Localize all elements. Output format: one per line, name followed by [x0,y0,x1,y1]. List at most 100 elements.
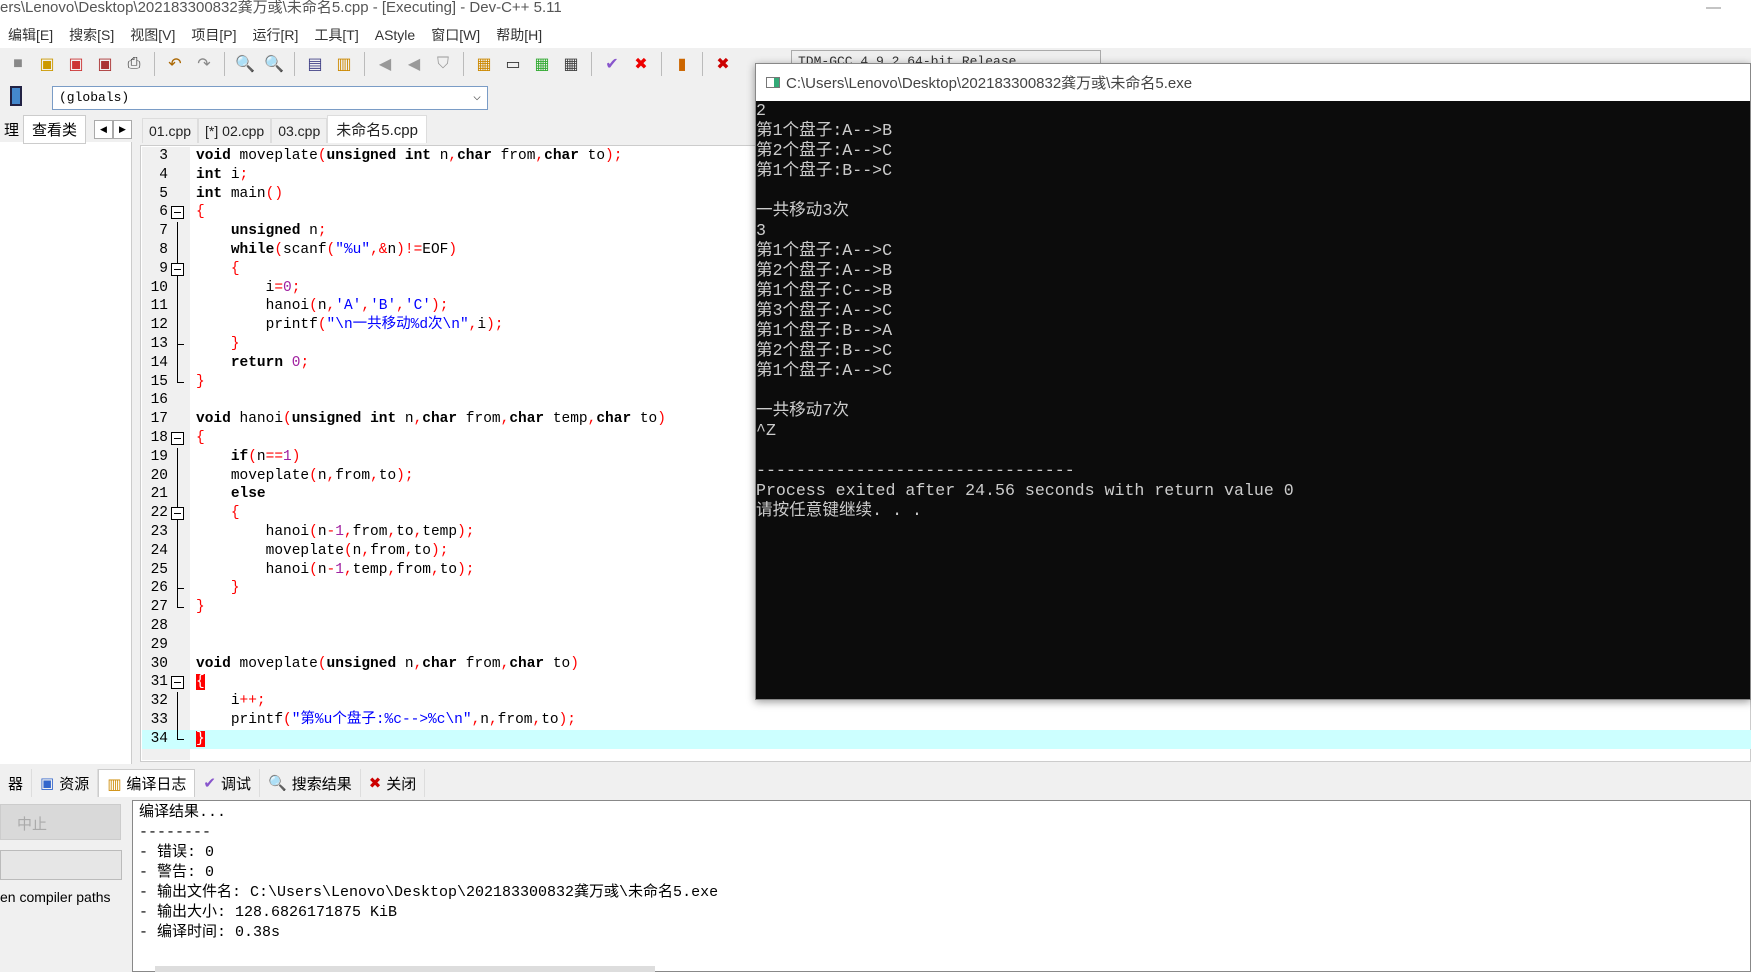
line-number: 6 [159,204,168,221]
bookmark-next-icon[interactable]: ◀ [402,52,426,76]
code-text: int i; [196,166,248,185]
code-token: , [413,524,423,540]
replace-icon[interactable]: 🔍 [262,52,286,76]
bottom-tab[interactable]: ✖ 关闭 [361,769,426,797]
line-number: 16 [150,392,168,409]
log-horizontal-scrollbar[interactable] [155,966,655,972]
code-line[interactable]: 33 printf("第%u个盘子:%c-->%c\n",n,from,to); [142,711,1751,730]
code-token: 'B' [370,298,397,315]
code-token: ( [309,298,318,315]
console-line: -------------------------------- [756,461,1075,480]
unindent-icon[interactable]: ▥ [332,52,356,76]
file-tab[interactable]: 01.cpp [142,118,199,143]
code-token: hanoi [265,298,310,315]
fold-toggle-icon[interactable] [171,676,184,690]
compile-run-icon[interactable]: ▦ [530,52,554,76]
menu-item[interactable]: 项目[P] [183,25,244,45]
indent-icon[interactable]: ▤ [303,52,327,76]
menu-item[interactable]: 运行[R] [245,25,307,45]
fold-toggle-icon[interactable] [171,262,184,276]
code-token: + [239,693,249,710]
menu-item[interactable]: 帮助[H] [488,25,550,45]
code-token: moveplate [239,148,318,164]
stop-icon[interactable]: ✖ [629,52,653,76]
bottom-tab[interactable]: 🔍 搜索结果 [260,769,361,797]
code-line[interactable]: 34} [142,729,1751,749]
code-token: , [404,542,414,559]
open-icon[interactable]: ▣ [35,52,59,76]
redo-icon[interactable]: ↷ [192,52,216,76]
fold-toggle-icon[interactable] [171,206,184,220]
bottom-tab[interactable]: ▣ 资源 [32,769,99,797]
scope-dropdown[interactable]: (globals) ⌵ [52,86,488,110]
code-token: to [639,411,658,428]
close-icon[interactable]: ▣ [64,52,88,76]
code-text: if(n==1) [196,448,301,467]
new-icon[interactable]: ■ [6,52,30,76]
code-token: to [541,712,559,728]
code-token: "%u" [335,242,371,258]
file-tab[interactable]: 未命名5.cpp [327,115,427,143]
syntax-check-icon[interactable]: ✔ [600,52,624,76]
close-all-icon[interactable]: ▣ [93,52,117,76]
line-number: 5 [159,185,168,202]
tab-classes[interactable]: 查看类 [23,114,87,144]
run-icon[interactable]: ▭ [501,52,525,76]
code-token: { [230,505,240,522]
minimize-button[interactable]: — [1706,0,1721,16]
fold-toggle-icon[interactable] [171,432,184,445]
code-token: } [196,373,205,390]
stop-button[interactable]: 中止 [0,804,121,840]
code-token: } [230,336,240,352]
bottom-tab-icon: ✔ [203,775,216,792]
tab-project[interactable]: 理 [0,119,23,140]
line-number: 32 [150,693,168,710]
rebuild-icon[interactable]: ▦ [559,52,583,76]
bottom-tab[interactable]: 器 [0,769,33,797]
console-line: 第1个盘子:A-->C [756,241,893,260]
fold-line [177,297,178,317]
code-token: ) [457,524,466,540]
menu-item[interactable]: 搜索[S] [61,25,122,45]
code-token: n [387,242,397,258]
console-line: 第1个盘子:B-->C [756,161,893,180]
fold-toggle-icon[interactable] [171,507,184,521]
console-window[interactable]: C:\Users\Lenovo\Desktop\202183300832龚万彧\… [755,63,1751,700]
class-browser-icon[interactable] [10,86,22,106]
tab-prev-button[interactable]: ◀ [94,119,113,139]
code-token: to [413,542,431,559]
bookmark-prev-icon[interactable]: ◀ [373,52,397,76]
bottom-tab[interactable]: ▥ 编译日志 [98,769,196,797]
toolbar-separator [463,52,464,76]
code-text: moveplate(n,from,to); [196,467,414,486]
file-tab[interactable]: 03.cpp [271,118,328,143]
menu-item[interactable]: 工具[T] [306,25,366,45]
console-line: 请按任意键继续. . . [756,501,922,520]
code-token: n [480,712,489,728]
line-number: 4 [159,166,168,183]
bottom-tab[interactable]: ✔ 调试 [195,769,261,797]
fold-line [177,447,178,467]
undo-icon[interactable]: ↶ [163,52,187,76]
menu-item[interactable]: AStyle [367,27,423,43]
file-tab[interactable]: [*] 02.cpp [198,118,272,143]
code-token: char [509,411,545,428]
compiler-paths-checkbox-label[interactable]: en compiler paths [0,889,111,905]
line-number: 30 [150,655,168,672]
find-icon[interactable]: 🔍 [233,52,257,76]
menu-item[interactable]: 窗口[W] [423,25,488,45]
tab-next-button[interactable]: ▶ [112,119,132,139]
bottom-tab-icon: 🔍 [268,775,287,792]
menu-item[interactable]: 视图[V] [122,25,183,45]
profile-icon[interactable]: ▮ [670,52,694,76]
compile-icon[interactable]: ▦ [472,52,496,76]
debug-icon[interactable]: ✖ [711,52,735,76]
menu-item[interactable]: 编辑[E] [0,25,61,45]
bookmark-icon[interactable]: ⛉ [431,52,455,76]
print-icon[interactable]: ⎙ [122,52,146,76]
code-token: , [326,298,336,315]
